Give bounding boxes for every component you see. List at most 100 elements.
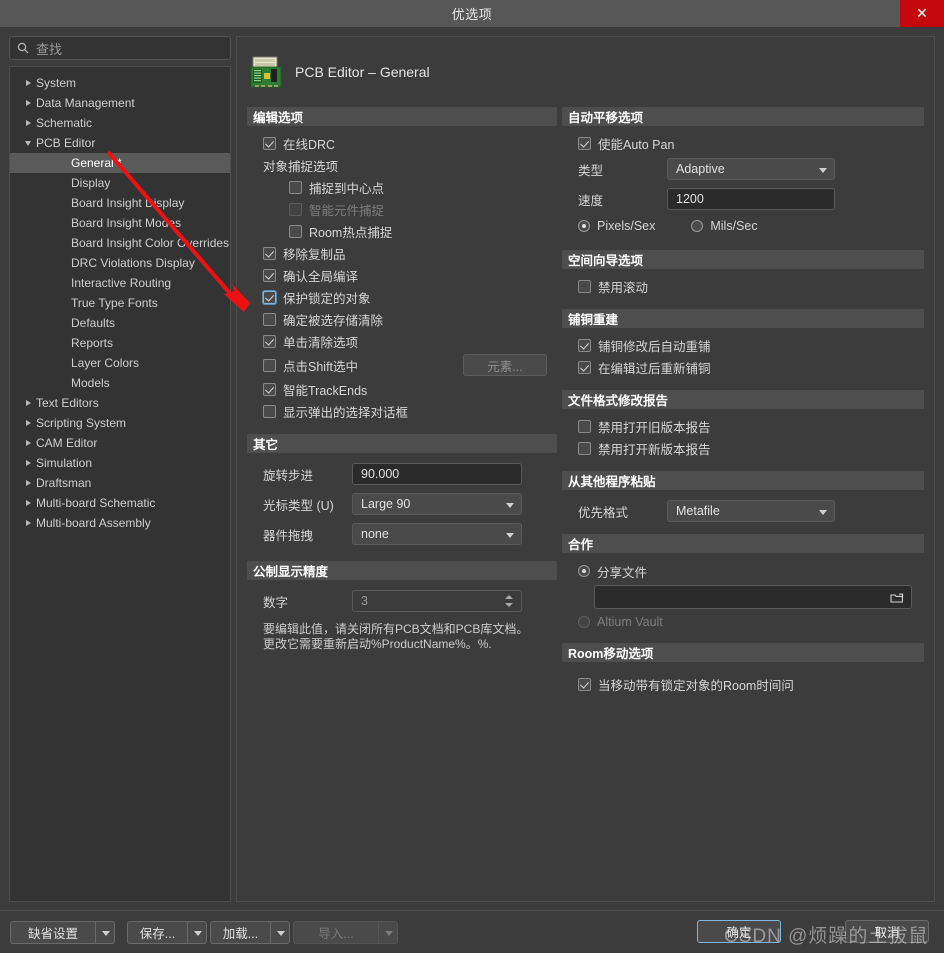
- sidebar-item-defaults[interactable]: Defaults: [10, 313, 230, 333]
- load-dropdown-arrow[interactable]: [270, 921, 290, 944]
- auto-pan-speed-input[interactable]: 1200: [667, 188, 835, 210]
- sidebar-item-cam-editor[interactable]: CAM Editor: [10, 433, 230, 453]
- shared-file-path-input[interactable]: [594, 585, 912, 609]
- sidebar-item-models[interactable]: Models: [10, 373, 230, 393]
- folder-open-icon[interactable]: [890, 591, 904, 605]
- checkbox-row-shift-click-to-select[interactable]: 点击Shift选中 元素...: [247, 352, 557, 378]
- checkbox-row-disable-open-new-version-report[interactable]: 禁用打开新版本报告: [562, 437, 924, 459]
- chevron-right-icon[interactable]: [20, 100, 36, 106]
- checkbox-row-snap-to-center[interactable]: 捕捉到中心点: [247, 176, 557, 198]
- checkbox-row-enable-auto-pan[interactable]: 使能Auto Pan: [562, 132, 924, 154]
- defaults-dropdown-arrow[interactable]: [95, 921, 115, 944]
- save-dropdown-arrow[interactable]: [187, 921, 207, 944]
- pixels-per-sec-radio[interactable]: [578, 220, 590, 232]
- chevron-down-icon[interactable]: [20, 140, 36, 146]
- spinner-down-icon[interactable]: [505, 603, 513, 607]
- mils-per-sec-radio[interactable]: [691, 220, 704, 232]
- save-split-button[interactable]: 保存...: [127, 921, 207, 944]
- sidebar-item-schematic[interactable]: Schematic: [10, 113, 230, 133]
- sidebar-item-scripting-system[interactable]: Scripting System: [10, 413, 230, 433]
- primitives-button[interactable]: 元素...: [463, 354, 547, 376]
- chevron-right-icon[interactable]: [20, 520, 36, 526]
- online-drc-checkbox[interactable]: [263, 136, 276, 150]
- sidebar-item-pcb-editor[interactable]: PCB Editor: [10, 133, 230, 153]
- shift-click-to-select-checkbox[interactable]: [263, 358, 276, 372]
- sidebar-item-reports[interactable]: Reports: [10, 333, 230, 353]
- repour-after-edit-checkbox[interactable]: [578, 360, 591, 374]
- rotation-step-input[interactable]: 90.000: [352, 463, 522, 485]
- checkbox-row-online-drc[interactable]: 在线DRC: [247, 132, 557, 154]
- room-hotspot-checkbox[interactable]: [289, 224, 302, 238]
- sidebar-item-board-insight-display[interactable]: Board Insight Display: [10, 193, 230, 213]
- checkbox-row-disable-open-old-version-report[interactable]: 禁用打开旧版本报告: [562, 415, 924, 437]
- load-button[interactable]: 加载...: [210, 921, 270, 944]
- checkbox-row-repour-after-modify[interactable]: 铺铜修改后自动重铺: [562, 334, 924, 356]
- click-clears-selection-checkbox[interactable]: [263, 334, 276, 348]
- confirm-global-edit-checkbox[interactable]: [263, 268, 276, 282]
- digits-spinner[interactable]: 3: [352, 590, 522, 612]
- left-column: 编辑选项 在线DRC 对象捕捉选项 捕捉到中心点 智能元件捕捉 Room热点捕捉: [247, 107, 557, 652]
- repour-after-modify-checkbox[interactable]: [578, 338, 591, 352]
- sidebar-item-simulation[interactable]: Simulation: [10, 453, 230, 473]
- disable-open-new-version-report-checkbox[interactable]: [578, 441, 591, 455]
- chevron-right-icon[interactable]: [20, 80, 36, 86]
- sidebar-item-system[interactable]: System: [10, 73, 230, 93]
- disable-rolling-checkbox[interactable]: [578, 279, 591, 293]
- checkbox-row-click-clears-selection[interactable]: 单击清除选项: [247, 330, 557, 352]
- chevron-right-icon[interactable]: [20, 400, 36, 406]
- close-button[interactable]: ✕: [900, 0, 944, 27]
- cursor-type-select[interactable]: Large 90: [352, 493, 522, 515]
- checkbox-row-disable-rolling[interactable]: 禁用滚动: [562, 275, 924, 297]
- checkbox-row-display-popup-selection-dialog[interactable]: 显示弹出的选择对话框: [247, 400, 557, 422]
- preferred-format-select[interactable]: Metafile: [667, 500, 835, 522]
- chevron-right-icon[interactable]: [20, 420, 36, 426]
- checkbox-row-room-hotspot[interactable]: Room热点捕捉: [247, 220, 557, 242]
- checkbox-row-remove-duplicates[interactable]: 移除复制品: [247, 242, 557, 264]
- sidebar-item-data-management[interactable]: Data Management: [10, 93, 230, 113]
- disable-open-old-version-report-label: 禁用打开旧版本报告: [598, 420, 711, 435]
- sidebar-item-layer-colors[interactable]: Layer Colors: [10, 353, 230, 373]
- remove-duplicates-checkbox[interactable]: [263, 246, 276, 260]
- sidebar-item-board-insight-color-overrides[interactable]: Board Insight Color Overrides: [10, 233, 230, 253]
- snap-to-center-checkbox[interactable]: [289, 180, 302, 194]
- protect-locked-objects-checkbox[interactable]: [263, 290, 276, 304]
- sidebar-item-draftsman[interactable]: Draftsman: [10, 473, 230, 493]
- radio-row-shared-file[interactable]: 分享文件: [562, 559, 924, 583]
- sidebar-item-true-type-fonts[interactable]: True Type Fonts: [10, 293, 230, 313]
- shared-file-radio[interactable]: [578, 565, 590, 577]
- checkbox-row-protect-locked-objects[interactable]: 保护锁定的对象: [247, 286, 557, 308]
- checkbox-row-ask-when-moving-room[interactable]: 当移动带有锁定对象的Room时间问: [562, 668, 924, 694]
- chevron-right-icon[interactable]: [20, 480, 36, 486]
- sidebar-item-general[interactable]: General *: [10, 153, 230, 173]
- disable-open-old-version-report-checkbox[interactable]: [578, 419, 591, 433]
- load-split-button[interactable]: 加载...: [210, 921, 290, 944]
- checkbox-row-confirm-selection-memory-clear[interactable]: 确定被选存储清除: [247, 308, 557, 330]
- ask-when-moving-room-checkbox[interactable]: [578, 677, 591, 691]
- save-button[interactable]: 保存...: [127, 921, 187, 944]
- sidebar-item-text-editors[interactable]: Text Editors: [10, 393, 230, 413]
- search-box[interactable]: 查找: [9, 36, 231, 60]
- spinner-up-icon[interactable]: [505, 595, 513, 599]
- chevron-right-icon[interactable]: [20, 440, 36, 446]
- sidebar-item-board-insight-modes[interactable]: Board Insight Modes: [10, 213, 230, 233]
- sidebar-item-multi-board-assembly[interactable]: Multi-board Assembly: [10, 513, 230, 533]
- confirm-selection-memory-clear-checkbox[interactable]: [263, 312, 276, 326]
- sidebar-item-drc-violations-display[interactable]: DRC Violations Display: [10, 253, 230, 273]
- auto-pan-style-select[interactable]: Adaptive: [667, 158, 835, 180]
- chevron-right-icon[interactable]: [20, 460, 36, 466]
- component-drag-select[interactable]: none: [352, 523, 522, 545]
- sidebar-item-multi-board-schematic[interactable]: Multi-board Schematic: [10, 493, 230, 513]
- sidebar-item-interactive-routing[interactable]: Interactive Routing: [10, 273, 230, 293]
- smart-trackends-checkbox[interactable]: [263, 382, 276, 396]
- checkbox-row-smart-trackends[interactable]: 智能TrackEnds: [247, 378, 557, 400]
- sidebar-item-display[interactable]: Display: [10, 173, 230, 193]
- chevron-right-icon[interactable]: [20, 500, 36, 506]
- enable-auto-pan-checkbox[interactable]: [578, 136, 591, 150]
- preferences-tree[interactable]: System Data Management Schematic PCB Editor…: [9, 66, 231, 902]
- checkbox-row-repour-after-edit[interactable]: 在编辑过后重新铺铜: [562, 356, 924, 378]
- defaults-split-button[interactable]: 缺省设置: [10, 921, 115, 944]
- checkbox-row-confirm-global-edit[interactable]: 确认全局编译: [247, 264, 557, 286]
- defaults-button[interactable]: 缺省设置: [10, 921, 95, 944]
- display-popup-selection-dialog-checkbox[interactable]: [263, 404, 276, 418]
- chevron-right-icon[interactable]: [20, 120, 36, 126]
